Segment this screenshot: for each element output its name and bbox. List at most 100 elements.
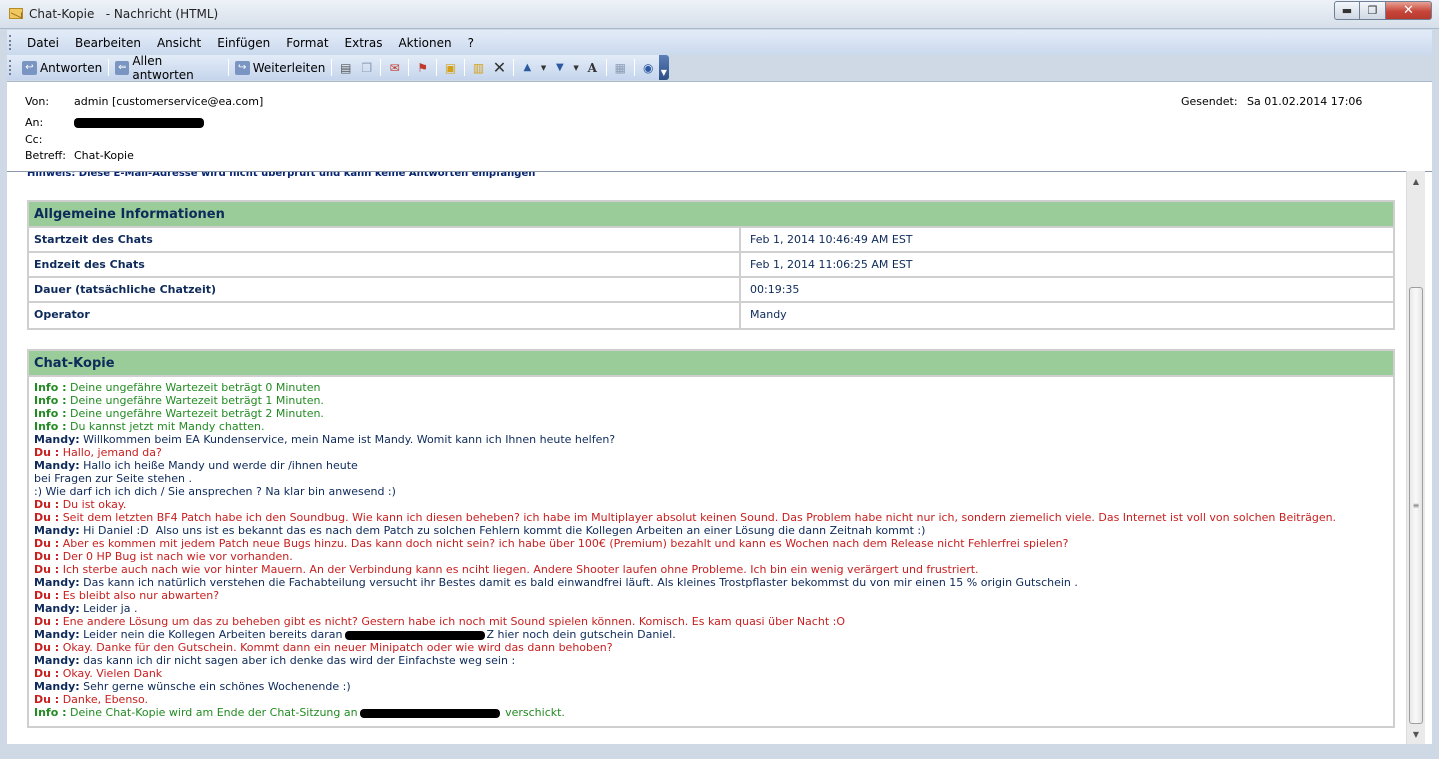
next-item-icon[interactable]: ▼ (551, 60, 568, 76)
from-value[interactable]: admin [customerservice@ea.com] (74, 95, 263, 108)
redacted-block (344, 630, 485, 640)
chat-message: :) Wie darf ich ich dich / Sie anspreche… (34, 485, 396, 498)
close-button[interactable]: ✕ (1386, 1, 1432, 20)
chat-message: Ene andere Lösung um das zu beheben gibt… (59, 615, 845, 628)
previous-item-icon[interactable]: ▲ (519, 60, 536, 76)
vertical-scrollbar[interactable]: ▲ ≡ ▼ (1406, 171, 1425, 744)
chat-speaker: Du : (34, 693, 60, 706)
toolbar-separator (108, 59, 110, 76)
table-row: Endzeit des Chats Feb 1, 2014 11:06:25 A… (29, 253, 1393, 278)
row-value: 00:19:35 (750, 283, 800, 296)
chat-line: Mandy: Hi Daniel :D Also uns ist es beka… (34, 524, 1388, 537)
toolbar-separator (227, 59, 229, 76)
reply-all-button[interactable]: ⇐ Allen antworten (112, 54, 224, 82)
menu-datei[interactable]: Datei (19, 36, 67, 50)
font-size-icon[interactable]: A (584, 60, 601, 76)
toolbar-options-icon[interactable]: ▼ (658, 55, 670, 80)
chat-line: Du : Danke, Ebenso. (34, 693, 1388, 706)
toolbar-separator (408, 59, 410, 76)
chat-message: Deine ungefähre Wartezeit beträgt 1 Minu… (66, 394, 324, 407)
chat-line: Du : Hallo, jemand da? (34, 446, 1388, 459)
move-to-folder-icon[interactable]: ✉ (386, 60, 403, 76)
chat-line: Info : Deine ungefähre Wartezeit beträgt… (34, 394, 1388, 407)
toolbar-separator (436, 59, 438, 76)
toolbar-separator (331, 59, 333, 76)
menu-aktionen[interactable]: Aktionen (390, 36, 459, 50)
junk-mail-icon[interactable]: ▥ (470, 60, 487, 76)
address-book-icon[interactable]: ▦ (612, 60, 629, 76)
chat-speaker: Mandy: (34, 602, 80, 615)
sent-value: Sa 01.02.2014 17:06 (1247, 95, 1363, 108)
chat-message: Hallo ich heiße Mandy und werde dir /ihn… (79, 459, 358, 472)
chat-speaker: Du : (34, 641, 60, 654)
toolbar-separator (464, 59, 466, 76)
chat-line: Du : Ich sterbe auch nach wie vor hinter… (34, 563, 1388, 576)
title-bar: Chat-Kopie - Nachricht (HTML) ▬ ❐ ✕ (0, 0, 1439, 29)
menu-einfuegen[interactable]: Einfügen (209, 36, 278, 50)
toolbar-separator (380, 59, 382, 76)
general-info-heading: Allgemeine Informationen (29, 202, 1393, 228)
chat-transcript: Chat-Kopie Info : Deine ungefähre Wartez… (27, 349, 1395, 728)
help-icon[interactable]: ◉ (640, 60, 657, 76)
chat-message: Deine Chat-Kopie wird am Ende der Chat-S… (66, 706, 358, 719)
chat-message: Leider nein die Kollegen Arbeiten bereit… (79, 628, 343, 641)
chat-line: Mandy: Sehr gerne wünsche ein schönes Wo… (34, 680, 1388, 693)
scroll-up-icon[interactable]: ▲ (1407, 173, 1425, 189)
toolbar: ↩ Antworten ⇐ Allen antworten ↪ Weiterle… (7, 54, 670, 82)
menu-help[interactable]: ? (460, 36, 482, 50)
flag-icon[interactable]: ⚑ (414, 60, 431, 76)
menu-bearbeiten[interactable]: Bearbeiten (67, 36, 149, 50)
chat-line: Info : Deine ungefähre Wartezeit beträgt… (34, 381, 1388, 394)
chat-message: das kann ich dir nicht sagen aber ich de… (79, 654, 516, 667)
chat-message: Hallo, jemand da? (59, 446, 162, 459)
chat-speaker: Mandy: (34, 576, 80, 589)
toolbar-grip[interactable] (9, 60, 12, 75)
reply-button[interactable]: ↩ Antworten (19, 57, 105, 78)
chat-line: Mandy: Leider ja . (34, 602, 1388, 615)
chat-message: Hi Daniel :D Also uns ist es bekannt das… (79, 524, 926, 537)
maximize-button[interactable]: ❐ (1360, 1, 1386, 20)
toolbar-separator (633, 59, 635, 76)
forward-button[interactable]: ↪ Weiterleiten (232, 57, 329, 78)
chat-message: Du ist okay. (59, 498, 127, 511)
scroll-down-icon[interactable]: ▼ (1407, 726, 1425, 742)
toolbar-separator (512, 59, 514, 76)
scroll-thumb[interactable]: ≡ (1409, 287, 1423, 724)
delete-icon[interactable]: ✕ (491, 58, 508, 77)
minimize-button[interactable]: ▬ (1334, 1, 1360, 20)
reply-all-icon: ⇐ (115, 60, 130, 75)
print-icon[interactable]: ▤ (337, 60, 354, 76)
chat-speaker: Du : (34, 446, 60, 459)
forward-label: Weiterleiten (252, 60, 326, 75)
chat-speaker: Mandy: (34, 628, 80, 641)
chat-message: Sehr gerne wünsche ein schönes Wochenend… (79, 680, 351, 693)
row-label: Endzeit des Chats (29, 253, 741, 276)
redacted-block (359, 708, 500, 718)
envelope-icon (9, 8, 23, 19)
menu-grip[interactable] (9, 35, 12, 50)
menu-format[interactable]: Format (278, 36, 336, 50)
chat-message: Deine ungefähre Wartezeit beträgt 0 Minu… (66, 381, 321, 394)
previous-dropdown-icon[interactable]: ▼ (540, 60, 548, 76)
menu-ansicht[interactable]: Ansicht (149, 36, 209, 50)
chat-line: Mandy: Willkommen beim EA Kundenservice,… (34, 433, 1388, 446)
chat-message: bei Fragen zur Seite stehen . (34, 472, 192, 485)
chat-line: bei Fragen zur Seite stehen . (34, 472, 1388, 485)
copy-icon[interactable]: ❐ (358, 60, 375, 76)
message-header: Von: admin [customerservice@ea.com] An: … (7, 81, 1432, 171)
chat-message: Du kannst jetzt mit Mandy chatten. (66, 420, 265, 433)
toolbar-separator (605, 59, 607, 76)
menu-extras[interactable]: Extras (337, 36, 391, 50)
message-body: Hinweis: Diese E-Mail-Adresse wird nicht… (7, 171, 1432, 744)
chat-speaker: Du : (34, 667, 60, 680)
chat-speaker: Mandy: (34, 680, 80, 693)
chat-message: Leider ja . (79, 602, 138, 615)
to-label: An: (25, 116, 44, 129)
subject-value: Chat-Kopie (74, 149, 134, 162)
chat-line: Du : Der 0 HP Bug ist nach wie vor vorha… (34, 550, 1388, 563)
chat-speaker: Du : (34, 615, 60, 628)
row-value: Mandy (750, 308, 787, 321)
categorize-icon[interactable]: ▣ (442, 60, 459, 76)
next-dropdown-icon[interactable]: ▼ (572, 60, 580, 76)
chat-line: Du : Aber es kommen mit jedem Patch neue… (34, 537, 1388, 550)
